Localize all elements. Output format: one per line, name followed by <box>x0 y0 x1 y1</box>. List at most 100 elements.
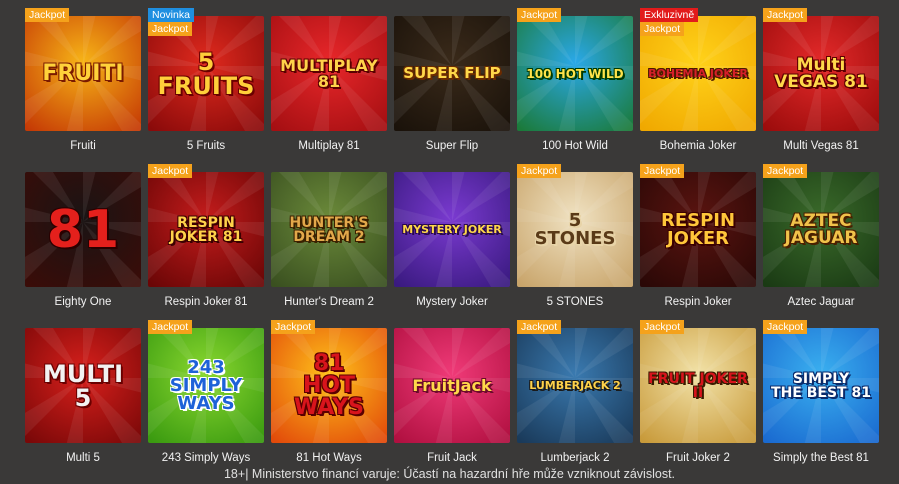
badge-stack: Jackpot <box>517 320 562 334</box>
game-title[interactable]: Respin Joker 81 <box>144 296 268 308</box>
game-tile-bohemia-joker[interactable]: BOHEMIA JOKER Exkluzivně Jackpot Bohemia Jo… <box>640 8 756 172</box>
game-logo-text: FruitJack <box>412 375 492 395</box>
game-title[interactable]: Super Flip <box>390 140 514 152</box>
game-logo-text: 100 HOT WILD <box>526 66 624 81</box>
game-thumbnail[interactable]: FRUITI <box>25 16 141 131</box>
game-thumbnail[interactable]: RESPIN JOKER <box>640 172 756 287</box>
jackpot-badge: Jackpot <box>148 22 193 36</box>
game-logo-text: SIMPLY THE BEST 81 <box>771 370 871 401</box>
game-tile-5-fruits[interactable]: 5 FRUITS Novinka Jackpot 5 Fruits <box>148 8 264 172</box>
game-thumbnail[interactable]: 243 SIMPLY WAYS <box>148 328 264 443</box>
game-logo-text: 81 HOT WAYS <box>294 350 364 420</box>
game-thumbnail[interactable]: MULTIPLAY 81 <box>271 16 387 131</box>
badge-stack: Jackpot <box>148 164 193 178</box>
game-title[interactable]: Fruit Jack <box>390 452 514 464</box>
jackpot-badge: Jackpot <box>148 320 193 334</box>
exkluzivne-badge: Exkluzivně <box>640 8 699 22</box>
game-title[interactable]: 5 Fruits <box>144 140 268 152</box>
game-thumbnail[interactable]: HUNTER'S DREAM 2 <box>271 172 387 287</box>
game-title[interactable]: Fruiti <box>21 140 145 152</box>
game-tile-243-simply-ways[interactable]: 243 SIMPLY WAYS Jackpot 243 Simply Ways <box>148 320 264 484</box>
game-thumbnail[interactable]: SUPER FLIP <box>394 16 510 131</box>
game-thumbnail[interactable]: 81 HOT WAYS <box>271 328 387 443</box>
game-thumbnail[interactable]: AZTEC JAGUAR <box>763 172 879 287</box>
jackpot-badge: Jackpot <box>517 164 562 178</box>
game-tile-super-flip[interactable]: SUPER FLIP Super Flip <box>394 16 510 172</box>
game-tile-mystery-joker[interactable]: MYSTERY JOKER Mystery Joker <box>394 172 510 328</box>
game-logo-text: 243 SIMPLY WAYS <box>169 356 243 414</box>
game-tile-hunter-s-dream-2[interactable]: HUNTER'S DREAM 2 Hunter's Dream 2 <box>271 172 387 328</box>
game-tile-fruiti[interactable]: FRUITI Jackpot Fruiti <box>25 8 141 172</box>
game-title[interactable]: Lumberjack 2 <box>513 452 637 464</box>
game-tile-fruit-joker-2[interactable]: FRUIT JOKER II Jackpot Fruit Joker 2 <box>640 320 756 484</box>
game-grid: FRUITI Jackpot Fruiti 5 FRUITS Novinka Jackpo… <box>25 8 879 484</box>
game-title[interactable]: Simply the Best 81 <box>759 452 883 464</box>
game-tile-eighty-one[interactable]: 81 Eighty One <box>25 172 141 328</box>
game-tile-81-hot-ways[interactable]: 81 HOT WAYS Jackpot 81 Hot Ways <box>271 320 387 484</box>
jackpot-badge: Jackpot <box>148 164 193 178</box>
game-logo-text: RESPIN JOKER <box>660 209 736 249</box>
game-title[interactable]: Aztec Jaguar <box>759 296 883 308</box>
badge-stack: Jackpot <box>640 320 685 334</box>
game-title[interactable]: Multiplay 81 <box>267 140 391 152</box>
game-title[interactable]: Hunter's Dream 2 <box>267 296 391 308</box>
game-thumbnail[interactable]: 81 <box>25 172 141 287</box>
jackpot-badge: Jackpot <box>763 164 808 178</box>
gambling-warning: 18+| Ministerstvo financí varuje: Účastí… <box>223 467 676 481</box>
badge-stack: Exkluzivně Jackpot <box>640 8 699 36</box>
game-tile-multiplay-81[interactable]: MULTIPLAY 81 Multiplay 81 <box>271 16 387 172</box>
game-logo-text: HUNTER'S DREAM 2 <box>289 214 369 245</box>
game-thumbnail[interactable]: RESPIN JOKER 81 <box>148 172 264 287</box>
badge-stack: Jackpot <box>763 320 808 334</box>
jackpot-badge: Jackpot <box>640 164 685 178</box>
game-logo-text: 81 <box>46 199 120 260</box>
game-title[interactable]: Multi Vegas 81 <box>759 140 883 152</box>
game-title[interactable]: Mystery Joker <box>390 296 514 308</box>
game-thumbnail[interactable]: LUMBERJACK 2 <box>517 328 633 443</box>
game-logo-text: AZTEC JAGUAR <box>784 210 858 248</box>
game-thumbnail[interactable]: MYSTERY JOKER <box>394 172 510 287</box>
game-title[interactable]: Bohemia Joker <box>636 140 760 152</box>
jackpot-badge: Jackpot <box>517 320 562 334</box>
game-tile-respin-joker-81[interactable]: RESPIN JOKER 81 Jackpot Respin Joker 81 <box>148 164 264 328</box>
game-thumbnail[interactable]: SIMPLY THE BEST 81 <box>763 328 879 443</box>
game-thumbnail[interactable]: FruitJack <box>394 328 510 443</box>
jackpot-badge: Jackpot <box>517 8 562 22</box>
game-tile-respin-joker[interactable]: RESPIN JOKER Jackpot Respin Joker <box>640 164 756 328</box>
game-logo-text: RESPIN JOKER 81 <box>169 214 243 245</box>
game-tile-100-hot-wild[interactable]: 100 HOT WILD Jackpot 100 Hot Wild <box>517 8 633 172</box>
game-title[interactable]: Respin Joker <box>636 296 760 308</box>
game-title[interactable]: 81 Hot Ways <box>267 452 391 464</box>
game-logo-text: MULTI 5 <box>43 359 123 412</box>
game-logo-text: 5 STONES <box>534 209 616 249</box>
game-thumbnail[interactable]: MULTI 5 <box>25 328 141 443</box>
badge-stack: Jackpot <box>640 164 685 178</box>
game-thumbnail[interactable]: FRUIT JOKER II <box>640 328 756 443</box>
game-title[interactable]: Multi 5 <box>21 452 145 464</box>
game-tile-multi-vegas-81[interactable]: Multi VEGAS 81 Jackpot Multi Vegas 81 <box>763 8 879 172</box>
game-title[interactable]: 243 Simply Ways <box>144 452 268 464</box>
game-thumbnail[interactable]: 100 HOT WILD <box>517 16 633 131</box>
game-logo-text: LUMBERJACK 2 <box>529 379 621 392</box>
game-logo-text: FRUIT JOKER II <box>648 370 748 401</box>
jackpot-badge: Jackpot <box>763 8 808 22</box>
game-tile-fruit-jack[interactable]: FruitJack Fruit Jack <box>394 328 510 484</box>
game-title[interactable]: Fruit Joker 2 <box>636 452 760 464</box>
game-logo-text: MYSTERY JOKER <box>402 223 502 236</box>
game-tile-lumberjack-2[interactable]: LUMBERJACK 2 Jackpot Lumberjack 2 <box>517 320 633 484</box>
badge-stack: Jackpot <box>763 164 808 178</box>
game-title[interactable]: 5 STONES <box>513 296 637 308</box>
game-thumbnail[interactable]: 5 STONES <box>517 172 633 287</box>
badge-stack: Jackpot <box>271 320 316 334</box>
game-title[interactable]: 100 Hot Wild <box>513 140 637 152</box>
game-tile-aztec-jaguar[interactable]: AZTEC JAGUAR Jackpot Aztec Jaguar <box>763 164 879 328</box>
game-title[interactable]: Eighty One <box>21 296 145 308</box>
game-tile-5-stones[interactable]: 5 STONES Jackpot 5 STONES <box>517 164 633 328</box>
badge-stack: Jackpot <box>517 164 562 178</box>
novinka-badge: Novinka <box>148 8 194 22</box>
jackpot-badge: Jackpot <box>763 320 808 334</box>
game-tile-simply-the-best-81[interactable]: SIMPLY THE BEST 81 Jackpot Simply the Best… <box>763 320 879 484</box>
game-thumbnail[interactable]: Multi VEGAS 81 <box>763 16 879 131</box>
badge-stack: Jackpot <box>148 320 193 334</box>
game-tile-multi-5[interactable]: MULTI 5 Multi 5 <box>25 328 141 484</box>
